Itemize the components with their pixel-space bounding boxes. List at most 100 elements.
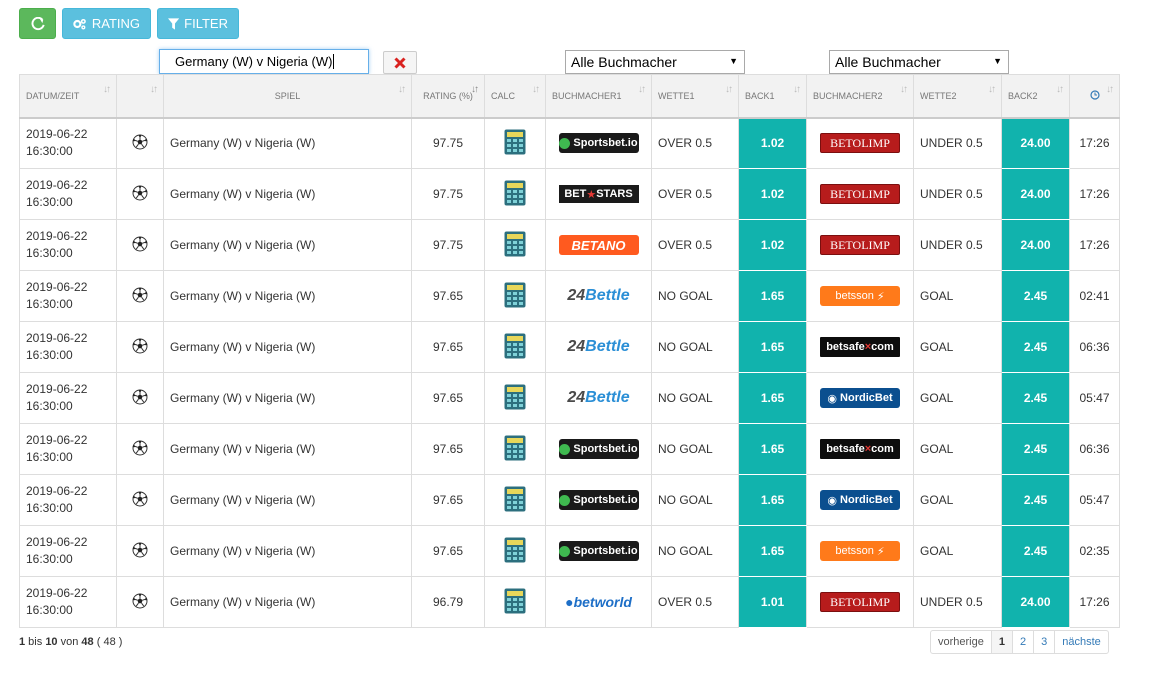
back1-odds[interactable]: 1.65	[738, 372, 807, 424]
table-row[interactable]: 2019-06-22 16:30:00 Germany (W) v Nigeria…	[19, 423, 1120, 475]
calculator-icon[interactable]	[504, 333, 526, 359]
table-row[interactable]: 2019-06-22 16:30:00 Germany (W) v Nigeria…	[19, 576, 1120, 628]
bookmaker1-cell[interactable]: 24 Bettle	[545, 372, 652, 424]
match-name[interactable]: Germany (W) v Nigeria (W)	[163, 525, 412, 577]
table-row[interactable]: 2019-06-22 16:30:00 Germany (W) v Nigeria…	[19, 474, 1120, 526]
match-name[interactable]: Germany (W) v Nigeria (W)	[163, 270, 412, 322]
calc-cell[interactable]	[484, 168, 546, 220]
calc-cell[interactable]	[484, 576, 546, 628]
back1-odds[interactable]: 1.01	[738, 576, 807, 628]
match-name[interactable]: Germany (W) v Nigeria (W)	[163, 372, 412, 424]
calculator-icon[interactable]	[504, 384, 526, 410]
back2-odds[interactable]: 2.45	[1001, 372, 1070, 424]
bookmaker2-cell[interactable]: BETOLIMP	[806, 168, 914, 220]
bookmaker2-cell[interactable]: BETOLIMP	[806, 576, 914, 628]
back2-odds[interactable]: 24.00	[1001, 219, 1070, 271]
back2-odds[interactable]: 24.00	[1001, 117, 1070, 169]
match-name[interactable]: Germany (W) v Nigeria (W)	[163, 321, 412, 373]
calc-cell[interactable]	[484, 270, 546, 322]
bookmaker1-cell[interactable]: Sportsbet.io	[545, 474, 652, 526]
calculator-icon[interactable]	[504, 537, 526, 563]
calc-cell[interactable]	[484, 525, 546, 577]
back2-odds[interactable]: 24.00	[1001, 576, 1070, 628]
bookmaker1-select[interactable]: Alle Buchmacher ▼	[565, 50, 745, 74]
calc-cell[interactable]	[484, 321, 546, 373]
back1-odds[interactable]: 1.65	[738, 423, 807, 475]
bookmaker1-cell[interactable]: BETANO	[545, 219, 652, 271]
table-row[interactable]: 2019-06-22 16:30:00 Germany (W) v Nigeria…	[19, 117, 1120, 169]
bookmaker1-cell[interactable]: Sportsbet.io	[545, 525, 652, 577]
calculator-icon[interactable]	[504, 486, 526, 512]
calc-cell[interactable]	[484, 423, 546, 475]
calc-cell[interactable]	[484, 219, 546, 271]
calc-cell[interactable]	[484, 372, 546, 424]
col-header-bet2[interactable]: WETTE2 ↓↑	[913, 74, 1002, 119]
table-row[interactable]: 2019-06-22 16:30:00 Germany (W) v Nigeria…	[19, 168, 1120, 220]
pager-page-1[interactable]: 1	[990, 630, 1013, 654]
col-header-back2[interactable]: BACK2 ↓↑	[1001, 74, 1070, 119]
bookmaker1-cell[interactable]: Sportsbet.io	[545, 117, 652, 169]
bookmaker2-cell[interactable]: betsson ⚡	[806, 270, 914, 322]
back1-odds[interactable]: 1.02	[738, 117, 807, 169]
bookmaker2-cell[interactable]: betsafe × com	[806, 423, 914, 475]
table-row[interactable]: 2019-06-22 16:30:00 Germany (W) v Nigeria…	[19, 219, 1120, 271]
back2-odds[interactable]: 2.45	[1001, 474, 1070, 526]
back2-odds[interactable]: 24.00	[1001, 168, 1070, 220]
match-name[interactable]: Germany (W) v Nigeria (W)	[163, 423, 412, 475]
match-name[interactable]: Germany (W) v Nigeria (W)	[163, 117, 412, 169]
pager-next[interactable]: nächste	[1054, 630, 1109, 654]
back1-odds[interactable]: 1.65	[738, 321, 807, 373]
col-header-date[interactable]: DATUM/ZEIT ↓↑	[19, 74, 117, 119]
pager-page-3[interactable]: 3	[1033, 630, 1056, 654]
col-header-calc[interactable]: CALC ↓↑	[484, 74, 546, 119]
col-header-back1[interactable]: BACK1 ↓↑	[738, 74, 807, 119]
match-name[interactable]: Germany (W) v Nigeria (W)	[163, 168, 412, 220]
filter-button[interactable]: FILTER	[157, 8, 239, 39]
back2-odds[interactable]: 2.45	[1001, 270, 1070, 322]
back1-odds[interactable]: 1.02	[738, 219, 807, 271]
match-name[interactable]: Germany (W) v Nigeria (W)	[163, 576, 412, 628]
table-row[interactable]: 2019-06-22 16:30:00 Germany (W) v Nigeria…	[19, 270, 1120, 322]
col-header-age[interactable]: ↓↑	[1069, 74, 1120, 119]
back1-odds[interactable]: 1.65	[738, 270, 807, 322]
back1-odds[interactable]: 1.02	[738, 168, 807, 220]
bookmaker2-cell[interactable]: betsson ⚡	[806, 525, 914, 577]
refresh-button[interactable]	[19, 8, 56, 39]
bookmaker1-cell[interactable]: ● betworld	[545, 576, 652, 628]
col-header-bookmaker1[interactable]: BUCHMACHER1 ↓↑	[545, 74, 652, 119]
pager-prev[interactable]: vorherige	[930, 630, 992, 654]
bookmaker2-select[interactable]: Alle Buchmacher ▼	[829, 50, 1009, 74]
col-header-sport[interactable]: ↓↑	[116, 74, 164, 119]
calculator-icon[interactable]	[504, 282, 526, 308]
bookmaker2-cell[interactable]: ◉ NordicBet	[806, 474, 914, 526]
calc-cell[interactable]	[484, 474, 546, 526]
col-header-rating[interactable]: RATING (%) ↓↑	[411, 74, 485, 119]
match-name[interactable]: Germany (W) v Nigeria (W)	[163, 474, 412, 526]
calculator-icon[interactable]	[504, 231, 526, 257]
calculator-icon[interactable]	[504, 129, 526, 155]
col-header-match[interactable]: SPIEL ↓↑	[163, 74, 412, 119]
table-row[interactable]: 2019-06-22 16:30:00 Germany (W) v Nigeria…	[19, 321, 1120, 373]
bookmaker1-cell[interactable]: BET ★ STARS	[545, 168, 652, 220]
pager-page-2[interactable]: 2	[1011, 630, 1035, 654]
back1-odds[interactable]: 1.65	[738, 525, 807, 577]
match-name[interactable]: Germany (W) v Nigeria (W)	[163, 219, 412, 271]
bookmaker2-cell[interactable]: ◉ NordicBet	[806, 372, 914, 424]
table-row[interactable]: 2019-06-22 16:30:00 Germany (W) v Nigeria…	[19, 372, 1120, 424]
back2-odds[interactable]: 2.45	[1001, 525, 1070, 577]
back1-odds[interactable]: 1.65	[738, 474, 807, 526]
calculator-icon[interactable]	[504, 588, 526, 614]
calc-cell[interactable]	[484, 117, 546, 169]
calculator-icon[interactable]	[504, 180, 526, 206]
col-header-bet1[interactable]: WETTE1 ↓↑	[651, 74, 739, 119]
clear-search-button[interactable]	[383, 51, 417, 74]
bookmaker2-cell[interactable]: BETOLIMP	[806, 219, 914, 271]
back2-odds[interactable]: 2.45	[1001, 423, 1070, 475]
bookmaker2-cell[interactable]: betsafe × com	[806, 321, 914, 373]
bookmaker1-cell[interactable]: Sportsbet.io	[545, 423, 652, 475]
bookmaker1-cell[interactable]: 24 Bettle	[545, 270, 652, 322]
rating-button[interactable]: RATING	[62, 8, 151, 39]
col-header-bookmaker2[interactable]: BUCHMACHER2 ↓↑	[806, 74, 914, 119]
table-row[interactable]: 2019-06-22 16:30:00 Germany (W) v Nigeria…	[19, 525, 1120, 577]
bookmaker1-cell[interactable]: 24 Bettle	[545, 321, 652, 373]
